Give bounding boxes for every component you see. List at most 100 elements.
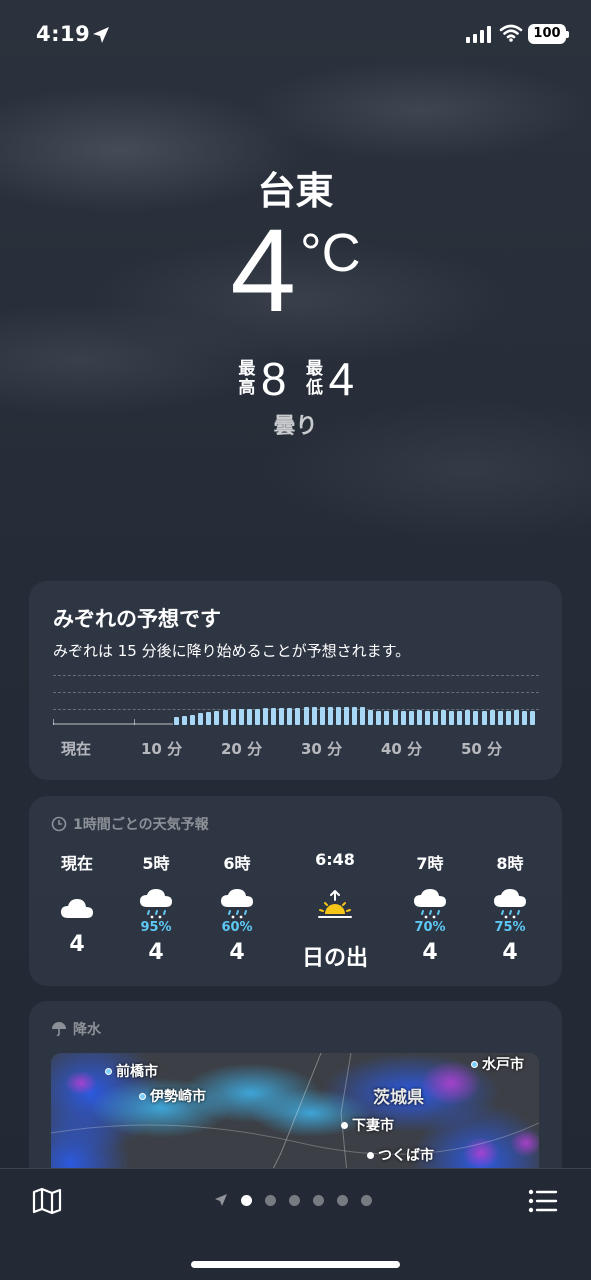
low-value: 4 <box>328 353 355 405</box>
map-label-tsukuba: つくば市 <box>367 1145 434 1165</box>
x-label-30: 30 分 <box>301 740 343 758</box>
nowcast-bar <box>489 710 495 725</box>
chart-tick <box>134 719 135 725</box>
hour-temp: 4 <box>229 940 245 965</box>
hour-temp: 4 <box>148 940 164 965</box>
nowcast-bar <box>263 708 269 725</box>
nowcast-bar <box>174 717 179 725</box>
sleet-icon <box>197 876 277 920</box>
precipitation-nowcast-card[interactable]: みぞれの予想です みぞれは 15 分後に降り始めることが予想されます。 現在 1… <box>29 581 562 780</box>
page-dot <box>313 1194 324 1206</box>
nowcast-bar <box>214 711 220 725</box>
nowcast-bar <box>206 712 212 725</box>
nowcast-bar <box>481 711 487 725</box>
map-label-shimotsuma: 下妻市 <box>341 1115 394 1135</box>
hour-temp: 4 <box>69 932 85 957</box>
nowcast-bar <box>319 707 325 725</box>
hour-item: 現在 4 <box>37 850 117 957</box>
current-temperature: 4°C <box>0 206 591 336</box>
sunrise-icon <box>295 876 375 920</box>
sleet-icon <box>390 876 470 920</box>
map-label-maebashi: 前橋市 <box>105 1061 158 1081</box>
nowcast-title: みぞれの予想です <box>53 607 221 631</box>
nowcast-bar <box>441 710 447 725</box>
nowcast-bar <box>368 710 374 725</box>
precipitation-header: 降水 <box>51 1019 101 1039</box>
x-label-10: 10 分 <box>141 740 183 758</box>
hour-item: 6:48 日の出 <box>295 850 375 972</box>
page-dot-active <box>241 1194 252 1206</box>
high-low: 最高 8 最低 4 <box>0 352 591 406</box>
nowcast-bar <box>327 707 333 725</box>
nowcast-bar <box>530 711 536 725</box>
chart-baseline <box>53 723 173 725</box>
hour-item: 7時 70% 4 <box>390 850 470 965</box>
nowcast-bar <box>416 710 422 725</box>
nowcast-bar <box>497 711 503 725</box>
nowcast-bars <box>174 707 539 725</box>
nowcast-bar <box>400 711 406 725</box>
wifi-icon <box>499 24 523 42</box>
list-icon[interactable] <box>528 1189 558 1213</box>
nowcast-bar <box>392 710 398 725</box>
x-label-20: 20 分 <box>221 740 263 758</box>
page-dot <box>337 1194 348 1206</box>
nowcast-bar <box>352 707 358 725</box>
page-dot <box>265 1194 276 1206</box>
nowcast-bar <box>522 711 528 725</box>
hour-temp: 4 <box>422 940 438 965</box>
high-temp: 最高 8 <box>237 352 287 406</box>
x-label-now: 現在 <box>61 740 92 758</box>
nowcast-bar <box>449 711 455 725</box>
map-label-mito: 水戸市 <box>471 1054 524 1074</box>
nowcast-bar <box>295 707 301 725</box>
precipitation-header-label: 降水 <box>73 1022 101 1038</box>
nowcast-bar <box>271 708 277 725</box>
nowcast-bar <box>182 715 188 725</box>
cellular-signal-icon <box>466 26 491 43</box>
x-label-40: 40 分 <box>381 740 423 758</box>
nowcast-bar <box>198 713 204 725</box>
battery-indicator: 100 <box>528 24 569 44</box>
hour-item: 5時 95% 4 <box>116 850 196 965</box>
nowcast-bar <box>360 707 366 725</box>
map-icon[interactable] <box>32 1187 62 1215</box>
hour-temp: 日の出 <box>301 946 368 971</box>
hour-precip-pct: 75% <box>494 920 526 935</box>
page-indicator[interactable] <box>214 1193 372 1207</box>
chart-tick <box>53 719 54 725</box>
nowcast-bar <box>287 707 293 725</box>
status-time: 4:19 <box>36 22 91 46</box>
nowcast-bar <box>311 707 317 725</box>
temperature-value: 4 <box>230 205 297 337</box>
nowcast-bar <box>238 709 244 725</box>
nowcast-bar <box>222 709 228 725</box>
gridline <box>53 675 539 676</box>
nowcast-bar <box>376 711 382 725</box>
nowcast-bar <box>335 707 341 725</box>
nowcast-bar <box>246 708 252 725</box>
nowcast-bar <box>433 711 438 725</box>
nowcast-bar <box>254 708 260 725</box>
umbrella-icon <box>52 1022 66 1037</box>
home-indicator <box>191 1261 400 1268</box>
low-label: 最低 <box>306 359 323 398</box>
sleet-icon <box>116 876 196 920</box>
nowcast-bar <box>513 710 519 725</box>
nowcast-subtitle: みぞれは 15 分後に降り始めることが予想されます。 <box>53 642 411 660</box>
high-value: 8 <box>260 353 287 405</box>
map-label-ibaraki: 茨城県 <box>373 1088 424 1108</box>
cloud-icon <box>37 876 117 920</box>
location-arrow-icon <box>93 27 109 43</box>
hour-temp: 4 <box>502 940 518 965</box>
nowcast-bar <box>473 711 479 725</box>
hourly-forecast-card[interactable]: 1時間ごとの天気予報 現在 4 5時 95% 4 6時 60% 4 6:48 日… <box>29 796 562 986</box>
hour-time: 8時 <box>496 854 524 873</box>
nowcast-precip-chart <box>53 673 539 735</box>
page-dot <box>289 1194 300 1206</box>
high-label: 最高 <box>238 359 256 398</box>
nowcast-bar <box>424 711 430 725</box>
hour-time: 6時 <box>223 854 251 873</box>
condition-text: 曇り <box>273 414 318 439</box>
hour-precip-pct: 95% <box>140 920 172 935</box>
